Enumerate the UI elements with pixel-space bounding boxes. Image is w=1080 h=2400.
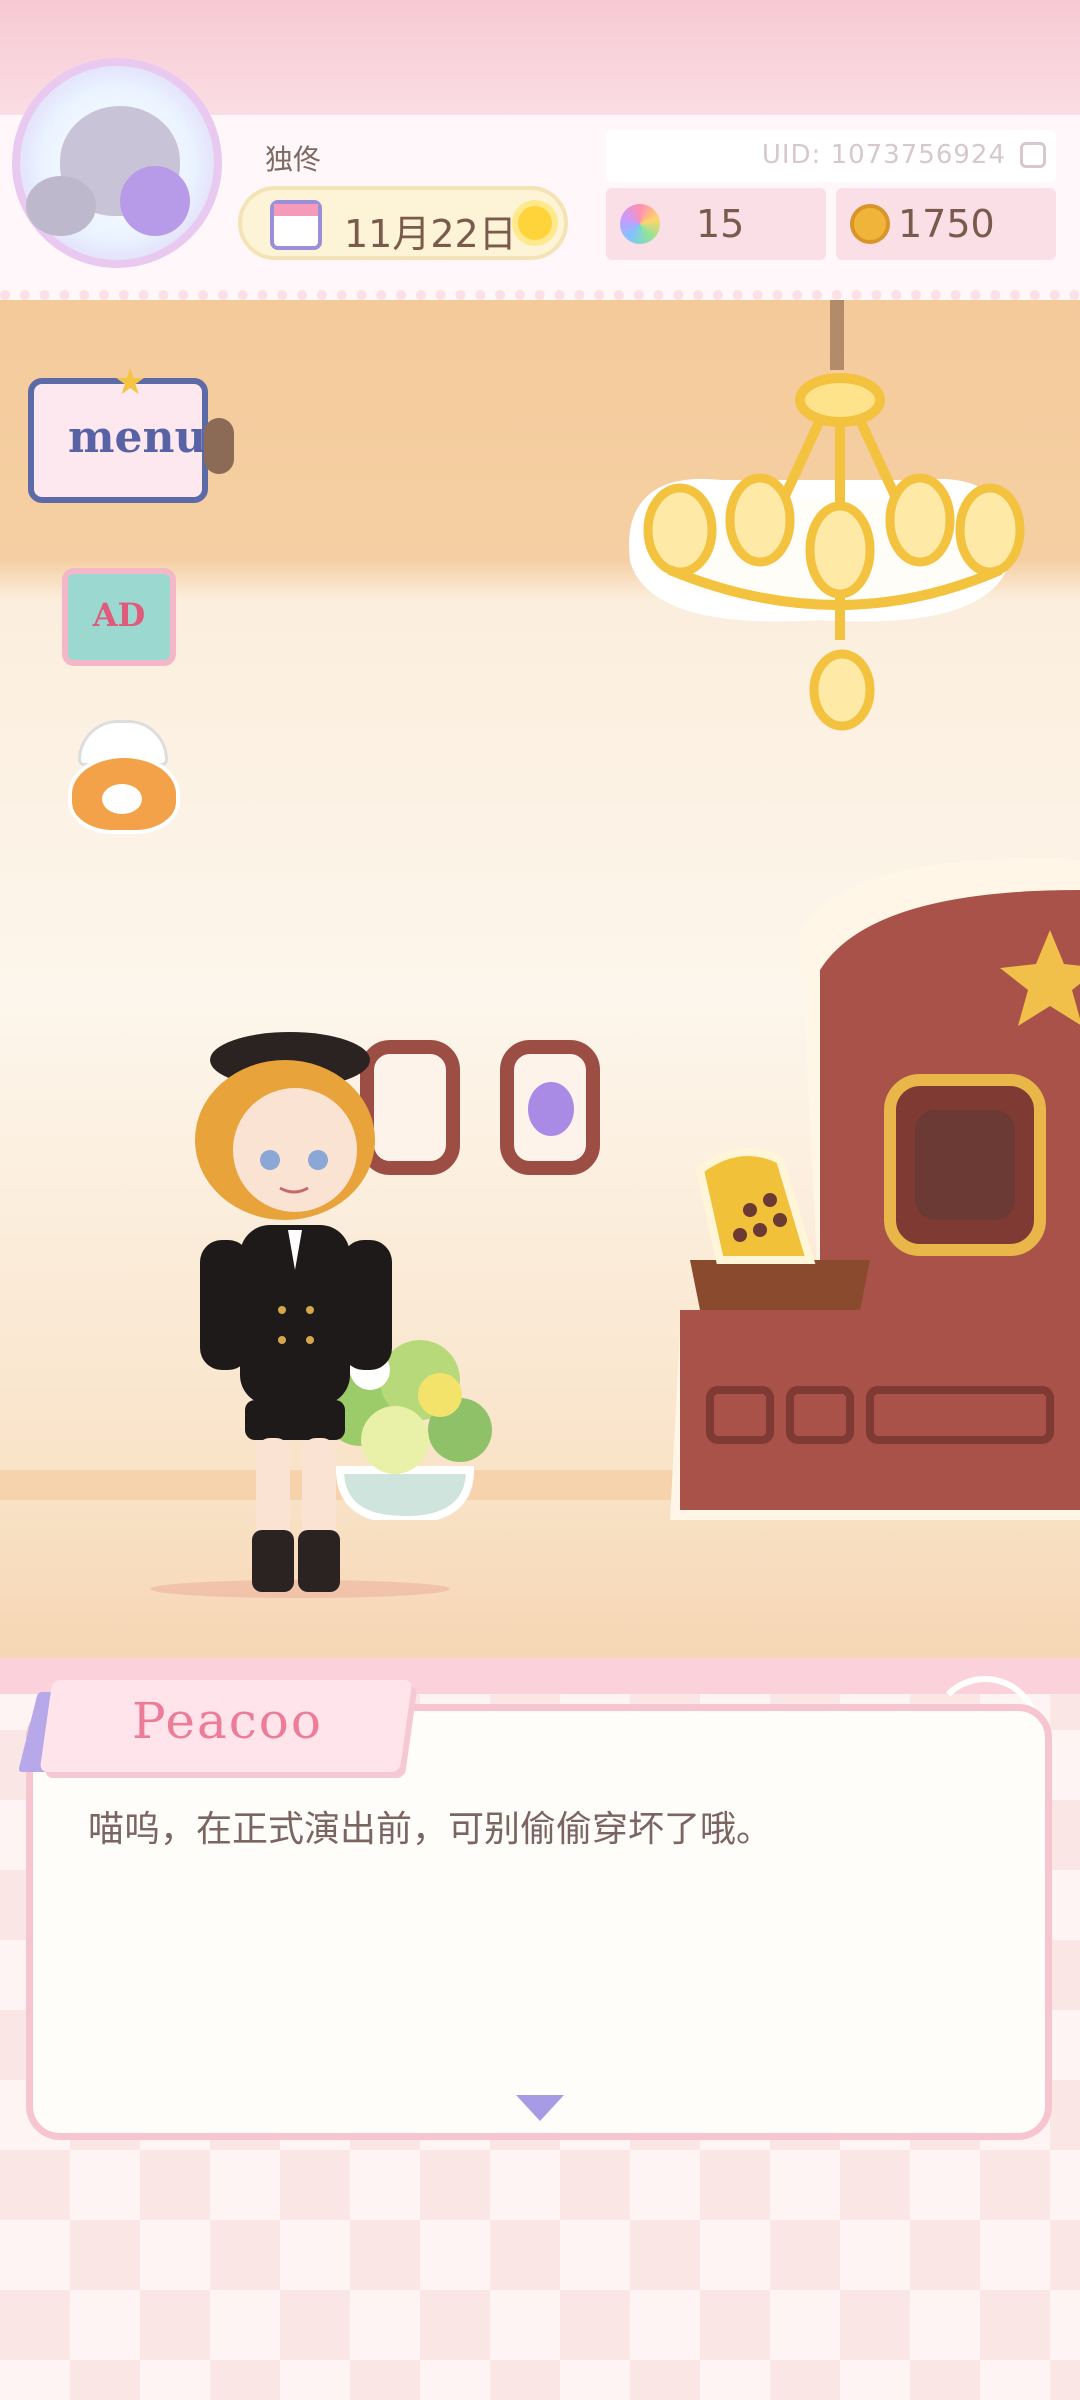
ad-label: AD — [92, 596, 146, 634]
player-character[interactable] — [170, 1030, 410, 1600]
gem-counter[interactable]: 15 — [606, 188, 826, 260]
chandelier — [629, 373, 1025, 731]
uid-text: UID: 1073756924 — [761, 140, 1006, 170]
cat-tail-icon — [204, 418, 234, 474]
game-scene[interactable]: 独佟 11月22日 UID: 1073756924 15 1750 menu ★… — [0, 0, 1080, 1660]
golden-bag-prop — [690, 1148, 870, 1310]
coin-count: 1750 — [898, 202, 995, 246]
next-arrow-icon[interactable] — [516, 2095, 564, 2121]
speaker-name: Peacoo — [132, 1692, 324, 1750]
player-name: 独佟 — [265, 143, 322, 176]
dialog-text: 喵呜，在正式演出前，可别偷偷穿坏了哦。 — [88, 1809, 773, 1850]
copy-icon[interactable] — [1020, 142, 1046, 168]
date-display[interactable]: 11月22日 — [238, 186, 568, 260]
coin-counter[interactable]: 1750 — [836, 188, 1056, 260]
ad-button[interactable]: AD — [62, 568, 176, 666]
player-avatar[interactable] — [12, 58, 222, 268]
star-icon: ★ — [114, 362, 147, 403]
menu-button[interactable]: menu ★ — [28, 358, 236, 506]
sun-icon — [518, 206, 552, 240]
wall-frame — [500, 1040, 600, 1175]
avatar-plush-icon — [120, 166, 190, 236]
date-text: 11月22日 — [344, 212, 517, 256]
chef-hamster-button[interactable] — [60, 720, 180, 834]
uid-box: UID: 1073756924 — [606, 130, 1056, 182]
chandelier-chain — [830, 290, 844, 370]
coin-icon — [850, 204, 890, 244]
hamster-icon — [68, 754, 180, 834]
gem-count: 15 — [696, 202, 745, 246]
avatar-kitten-icon — [26, 176, 96, 236]
calendar-icon — [270, 200, 322, 250]
menu-label: menu — [68, 412, 207, 463]
gem-icon — [620, 204, 660, 244]
